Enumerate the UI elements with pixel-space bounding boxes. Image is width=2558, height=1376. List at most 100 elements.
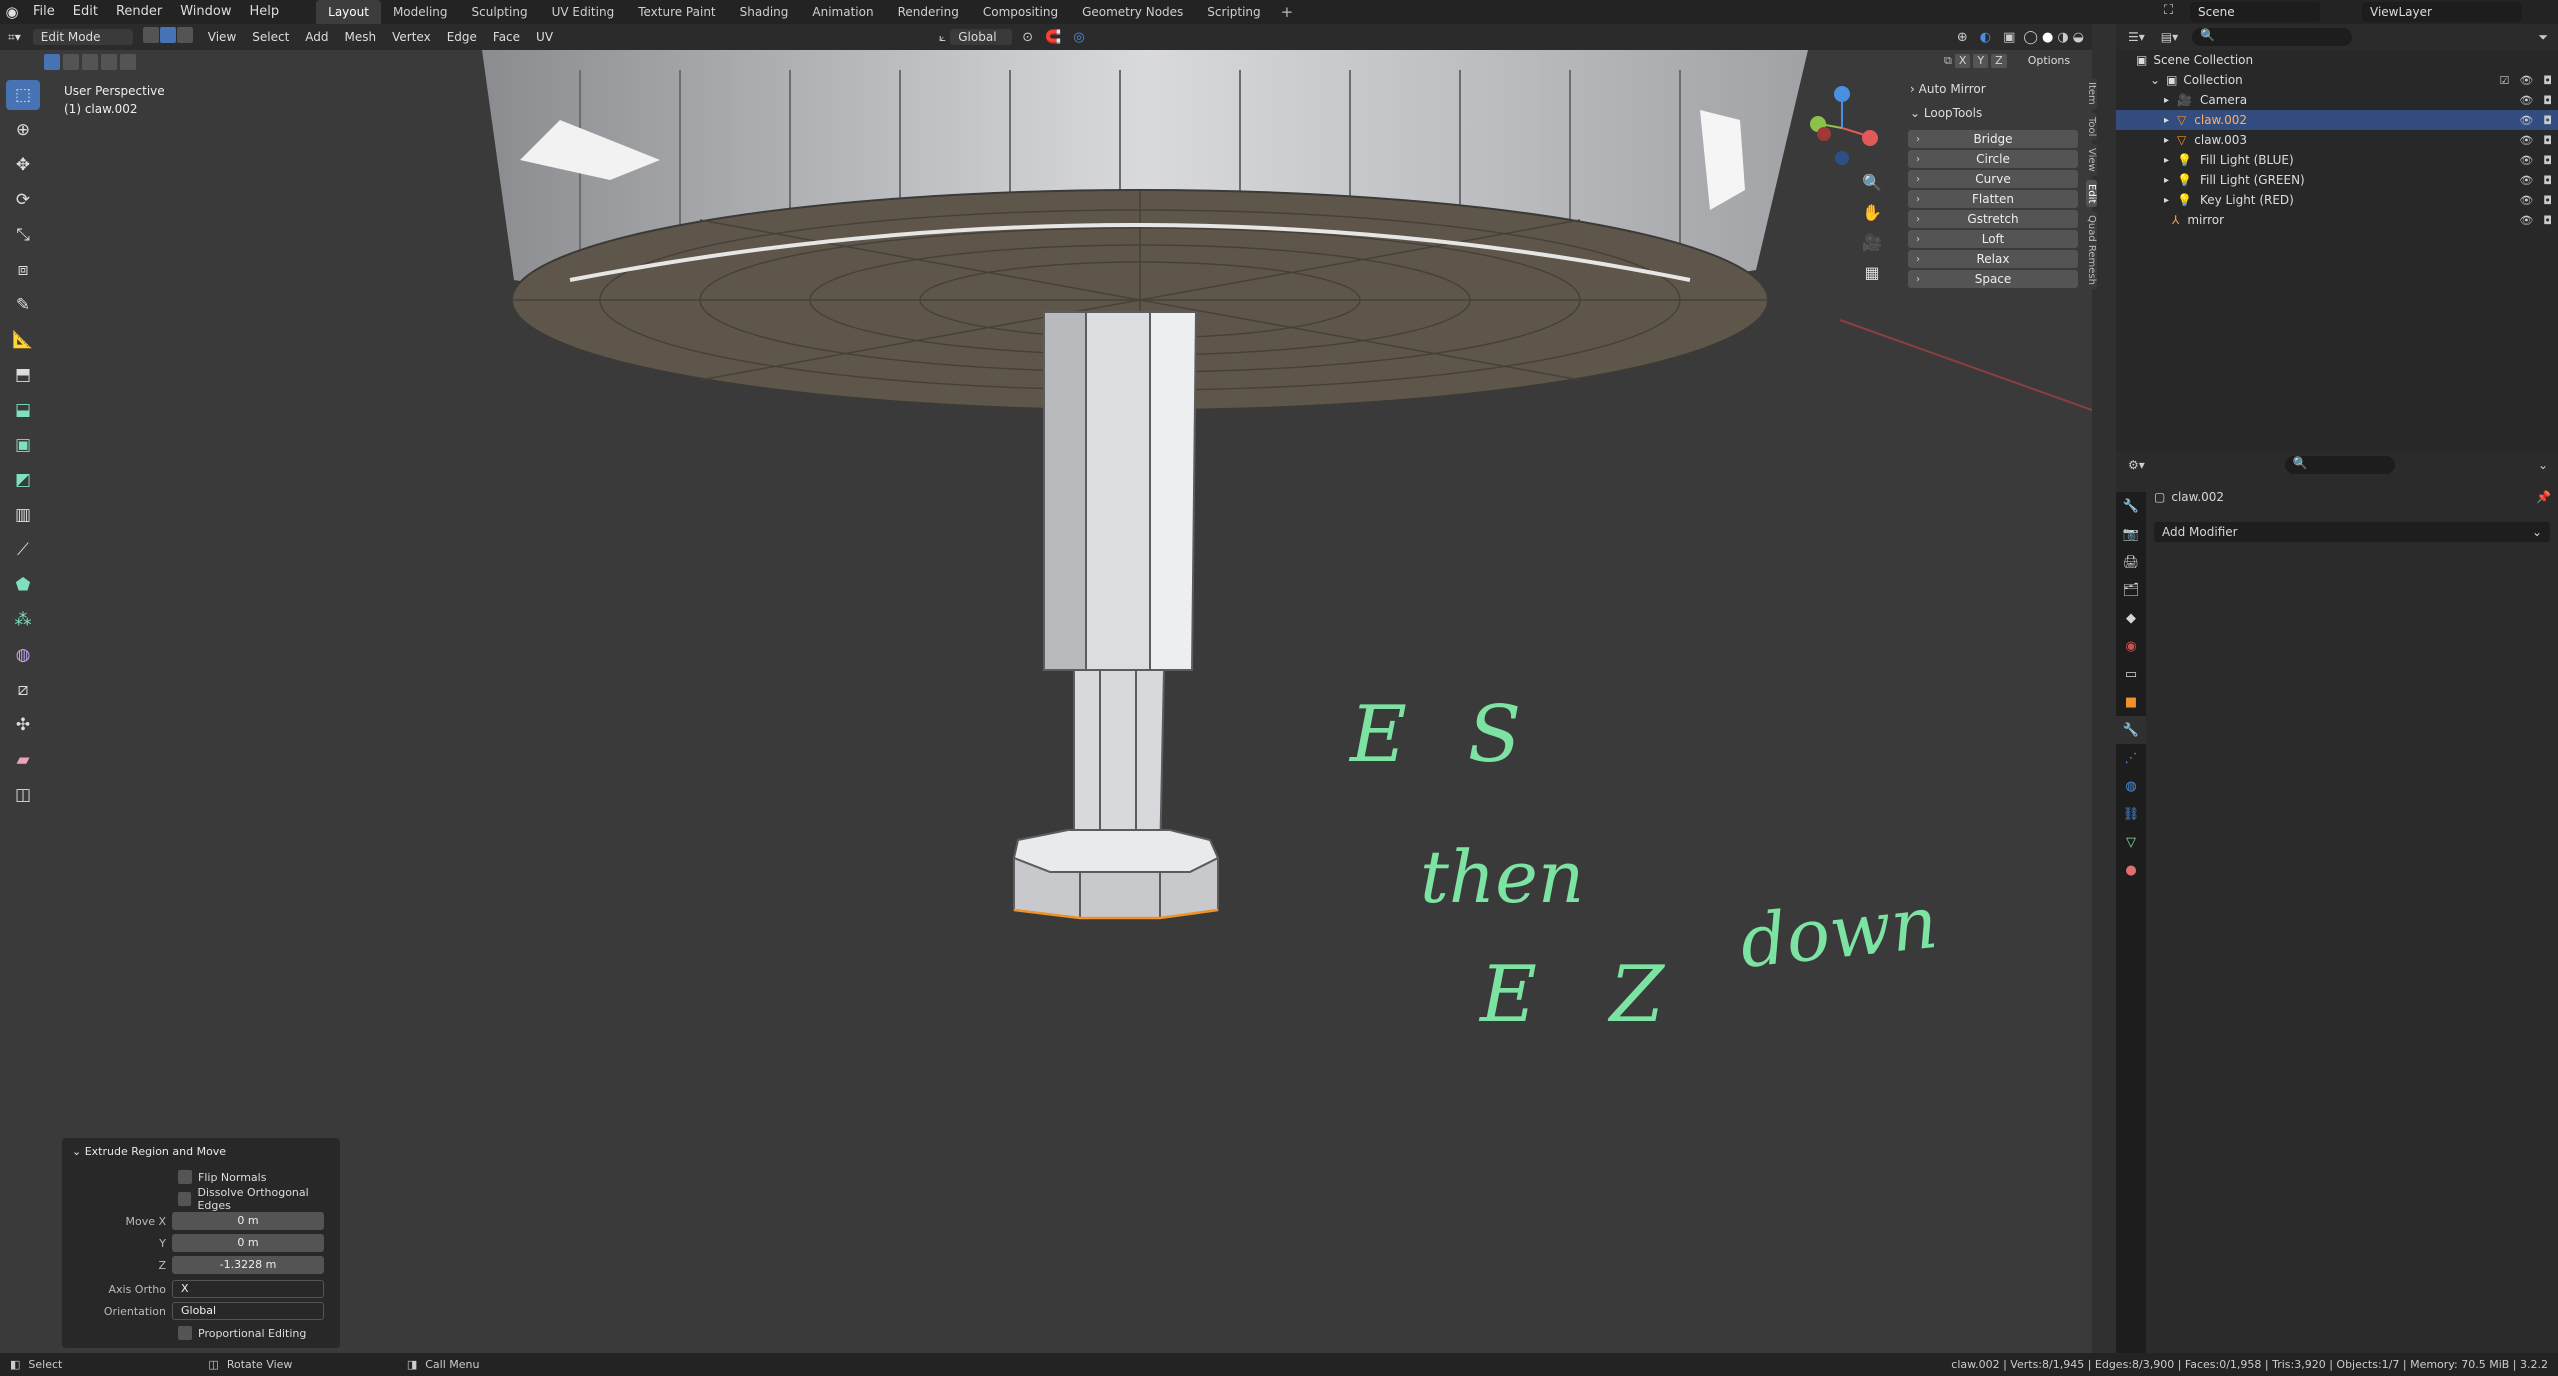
move-y-field[interactable]: 0 m — [172, 1234, 324, 1252]
eye-icon[interactable]: 👁 — [2519, 214, 2533, 227]
select-box-tool-icon[interactable]: ⬚ — [6, 80, 40, 110]
looptools-bridge[interactable]: › Bridge — [1908, 130, 2078, 148]
tool-props-icon[interactable]: 🔧 — [2116, 492, 2146, 520]
poly-build-tool-icon[interactable]: ⬟ — [6, 570, 40, 600]
scene-selector-icon[interactable]: ⛶ — [2164, 3, 2173, 18]
move-x-field[interactable]: 0 m — [172, 1212, 324, 1230]
vertex-select-icon[interactable] — [142, 27, 159, 43]
annotate-tool-icon[interactable]: ✎ — [6, 290, 40, 320]
looptools-circle[interactable]: › Circle — [1908, 150, 2078, 168]
looptools-loft[interactable]: › Loft — [1908, 230, 2078, 248]
collection-row[interactable]: ⌄ ▣ Collection ☑ 👁 ◘ — [2116, 70, 2558, 90]
looptools-header[interactable]: ⌄ LoopTools — [1910, 106, 2078, 120]
shading-solid-icon[interactable]: ● — [2042, 30, 2053, 45]
scene-selector[interactable]: Scene — [2190, 2, 2320, 22]
view-layer-selector[interactable]: ViewLayer — [2362, 2, 2522, 22]
camera-render-icon[interactable]: ◘ — [2543, 114, 2552, 127]
select-intersect-icon[interactable] — [120, 54, 136, 70]
eye-icon[interactable]: 👁 — [2519, 114, 2533, 127]
extrude-tool-icon[interactable]: ⬓ — [6, 395, 40, 425]
looptools-relax[interactable]: › Relax — [1908, 250, 2078, 268]
camera-render-icon[interactable]: ◘ — [2543, 154, 2552, 167]
looptools-curve[interactable]: › Curve — [1908, 170, 2078, 188]
tab-quad-remesh[interactable]: Quad Remesh — [2086, 211, 2097, 290]
scene-props-icon[interactable]: ◆ — [2116, 604, 2146, 632]
axis-gizmo[interactable] — [1802, 78, 1902, 178]
outliner-item-2[interactable]: ▸ ▽ claw.003 👁 ◘ — [2116, 130, 2558, 150]
outliner-item-1[interactable]: ▸ ▽ claw.002 👁 ◘ — [2116, 110, 2558, 130]
tab-geometry-nodes[interactable]: Geometry Nodes — [1070, 0, 1195, 24]
properties-editor-icon[interactable]: ⚙▾ — [2128, 458, 2145, 472]
eye-icon[interactable]: 👁 — [2519, 194, 2533, 207]
camera-render-icon[interactable]: ◘ — [2543, 134, 2552, 147]
scale-tool-icon[interactable]: ⤡ — [6, 220, 40, 250]
menu-add[interactable]: Add — [297, 30, 336, 44]
object-props-icon[interactable]: ■ — [2116, 688, 2146, 716]
chevron-right-icon[interactable]: ▸ — [2164, 115, 2169, 126]
menu-view[interactable]: View — [200, 30, 244, 44]
shading-wireframe-icon[interactable]: ◯ — [2023, 30, 2038, 45]
shrink-fatten-tool-icon[interactable]: ✣ — [6, 710, 40, 740]
scene-collection-row[interactable]: ▣ Scene Collection — [2116, 50, 2558, 70]
navigation-gizmo[interactable]: 🔍 ✋ 🎥 ▦ — [1802, 78, 1902, 282]
zoom-icon[interactable]: 🔍 — [1858, 168, 1886, 196]
pan-hand-icon[interactable]: ✋ — [1858, 198, 1886, 226]
menu-mesh[interactable]: Mesh — [337, 30, 385, 44]
shading-material-icon[interactable]: ◑ — [2057, 30, 2068, 45]
menu-edge[interactable]: Edge — [439, 30, 485, 44]
tab-animation[interactable]: Animation — [800, 0, 885, 24]
properties-search-input[interactable]: 🔍 — [2284, 456, 2395, 474]
knife-tool-icon[interactable]: ⟋ — [6, 535, 40, 565]
tab-sculpting[interactable]: Sculpting — [460, 0, 540, 24]
edge-select-icon[interactable] — [159, 27, 176, 43]
gizmo-toggle-icon[interactable]: ⊕ — [1957, 30, 1968, 45]
camera-render-icon[interactable]: ◘ — [2543, 74, 2552, 87]
bevel-tool-icon[interactable]: ◩ — [6, 465, 40, 495]
editor-type-icon[interactable]: ⌗▾ — [0, 30, 29, 45]
select-extend-icon[interactable] — [63, 54, 79, 70]
eye-icon[interactable]: 👁 — [2519, 174, 2533, 187]
transform-orientation[interactable]: Global — [950, 29, 1013, 45]
auto-mirror-header[interactable]: › Auto Mirror — [1910, 82, 2078, 96]
chevron-right-icon[interactable]: ▸ — [2164, 175, 2169, 186]
tab-view[interactable]: View — [2086, 144, 2097, 176]
pin-icon[interactable]: 📌 — [2536, 490, 2551, 504]
tab-tool[interactable]: Tool — [2086, 112, 2097, 141]
mirror-y-toggle[interactable]: Y — [1973, 54, 1989, 68]
tab-shading[interactable]: Shading — [728, 0, 801, 24]
shear-tool-icon[interactable]: ▰ — [6, 745, 40, 775]
camera-render-icon[interactable]: ◘ — [2543, 174, 2552, 187]
tab-rendering[interactable]: Rendering — [886, 0, 971, 24]
looptools-space[interactable]: › Space — [1908, 270, 2078, 288]
view-layer-props-icon[interactable]: 🗂 — [2116, 576, 2146, 604]
collection-props-icon[interactable]: ▭ — [2116, 660, 2146, 688]
outliner-item-6[interactable]: ⅄ mirror 👁 ◘ — [2116, 210, 2558, 230]
mirror-x-toggle[interactable]: X — [1954, 54, 1971, 68]
proportional-checkbox[interactable] — [178, 1326, 192, 1340]
move-z-field[interactable]: -1.3228 m — [172, 1256, 324, 1274]
outliner-editor-icon[interactable]: ☰▾ — [2128, 30, 2145, 44]
outliner-item-5[interactable]: ▸ 💡 Key Light (RED) 👁 ◘ — [2116, 190, 2558, 210]
physics-props-icon[interactable]: ◍ — [2116, 772, 2146, 800]
dissolve-checkbox[interactable] — [178, 1192, 192, 1206]
menu-select[interactable]: Select — [244, 30, 297, 44]
camera-render-icon[interactable]: ◘ — [2543, 214, 2552, 227]
output-props-icon[interactable]: 🖨 — [2116, 548, 2146, 576]
axis-ortho-select[interactable]: X — [172, 1280, 324, 1298]
move-tool-icon[interactable]: ✥ — [6, 150, 40, 180]
pivot-icon[interactable]: ⊙ — [1022, 30, 1033, 45]
ortho-toggle-icon[interactable]: ▦ — [1858, 258, 1886, 286]
tab-item[interactable]: Item — [2086, 78, 2097, 109]
display-mode-icon[interactable]: ▤▾ — [2161, 30, 2178, 44]
measure-tool-icon[interactable]: 📐 — [6, 325, 40, 355]
dropdown-icon[interactable]: ⌄ — [2538, 458, 2548, 472]
tab-layout[interactable]: Layout — [316, 0, 381, 24]
tab-compositing[interactable]: Compositing — [971, 0, 1070, 24]
edge-slide-tool-icon[interactable]: ⧄ — [6, 675, 40, 705]
render-props-icon[interactable]: 📷 — [2116, 520, 2146, 548]
tab-scripting[interactable]: Scripting — [1195, 0, 1272, 24]
eye-icon[interactable]: 👁 — [2519, 94, 2533, 107]
particles-props-icon[interactable]: ⋰ — [2116, 744, 2146, 772]
camera-view-icon[interactable]: 🎥 — [1858, 228, 1886, 256]
constraints-props-icon[interactable]: ⛓ — [2116, 800, 2146, 828]
